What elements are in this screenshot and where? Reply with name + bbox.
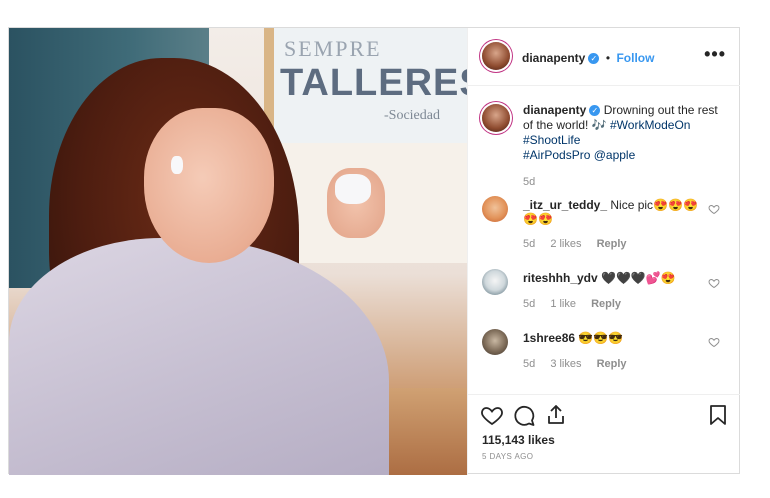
photo-sign-line2: TALLERES bbox=[280, 62, 467, 104]
heart-icon[interactable] bbox=[480, 403, 504, 427]
comment-meta: 5d 2 likes Reply bbox=[523, 238, 639, 250]
comment-heart-icon[interactable] bbox=[708, 336, 720, 348]
comment-avatar[interactable] bbox=[482, 329, 508, 355]
comment-meta: 5d 3 likes Reply bbox=[523, 358, 639, 370]
caption-avatar[interactable] bbox=[482, 104, 510, 132]
post-header: dianapenty ✓ • Follow ••• bbox=[468, 28, 740, 86]
photo-coat bbox=[9, 238, 389, 475]
comment-username[interactable]: riteshhh_ydv bbox=[523, 271, 598, 285]
comment-2: riteshhh_ydv 🖤🖤🖤💕😍 bbox=[523, 271, 703, 285]
comment-username[interactable]: 1shree86 bbox=[523, 331, 575, 345]
bookmark-icon[interactable] bbox=[706, 403, 730, 427]
photo-sign: SEMPRE TALLERES -Sociedad bbox=[274, 28, 467, 143]
photo-sign-line3: -Sociedad bbox=[384, 108, 440, 123]
comment-time: 5d bbox=[523, 358, 536, 370]
comment-likes[interactable]: 3 likes bbox=[550, 358, 581, 370]
caption-time-text: 5d bbox=[523, 176, 536, 188]
photo-sign-line1: SEMPRE bbox=[284, 36, 382, 61]
mention-apple[interactable]: @apple bbox=[594, 148, 636, 162]
comment-1: _itz_ur_teddy_ Nice pic😍😍😍😍😍 bbox=[523, 198, 703, 226]
post-photo[interactable]: SEMPRE TALLERES -Sociedad bbox=[9, 28, 467, 475]
comment-likes[interactable]: 1 like bbox=[550, 298, 576, 310]
share-icon[interactable] bbox=[544, 403, 568, 427]
verified-badge-icon: ✓ bbox=[589, 105, 601, 116]
comment-text: 🖤🖤🖤💕😍 bbox=[601, 271, 676, 285]
photo-face bbox=[144, 108, 274, 263]
photo-earbud bbox=[171, 156, 183, 174]
comment-text: 😎😎😎 bbox=[578, 331, 624, 345]
hashtag-airpodspro[interactable]: #AirPodsPro bbox=[523, 148, 590, 162]
comment-username[interactable]: _itz_ur_teddy_ bbox=[523, 198, 607, 212]
header-separator: • bbox=[605, 51, 611, 65]
comment-time: 5d bbox=[523, 238, 536, 250]
reply-button[interactable]: Reply bbox=[597, 358, 627, 370]
post-caption: dianapenty ✓ Drowning out the rest of the… bbox=[523, 103, 728, 163]
hashtag-shootlife[interactable]: #ShootLife bbox=[523, 133, 580, 147]
instagram-post: SEMPRE TALLERES -Sociedad dianapenty ✓ • … bbox=[8, 27, 740, 475]
comment-icon[interactable] bbox=[512, 403, 536, 427]
comment-time: 5d bbox=[523, 298, 536, 310]
verified-badge-icon: ✓ bbox=[588, 53, 600, 64]
comment-meta: 5d 1 like Reply bbox=[523, 298, 633, 310]
post-timestamp: 5 DAYS AGO bbox=[482, 452, 534, 461]
caption-username[interactable]: dianapenty bbox=[523, 103, 586, 117]
likes-count[interactable]: 115,143 likes bbox=[482, 433, 555, 447]
caption-time: 5d bbox=[523, 176, 547, 188]
reply-button[interactable]: Reply bbox=[597, 238, 627, 250]
post-side-panel: dianapenty ✓ • Follow ••• dianapenty ✓ Dro… bbox=[467, 28, 740, 475]
photo-airpods-case bbox=[335, 174, 371, 204]
hashtag-workmodeon[interactable]: #WorkModeOn bbox=[610, 118, 690, 132]
header-username[interactable]: dianapenty bbox=[522, 51, 585, 65]
comment-heart-icon[interactable] bbox=[708, 277, 720, 289]
follow-button[interactable]: Follow bbox=[616, 51, 654, 65]
comment-avatar[interactable] bbox=[482, 196, 508, 222]
header-user-line: dianapenty ✓ • Follow bbox=[522, 49, 654, 67]
comment-3: 1shree86 😎😎😎 bbox=[523, 331, 703, 345]
more-options-icon[interactable]: ••• bbox=[704, 44, 726, 65]
comment-heart-icon[interactable] bbox=[708, 203, 720, 215]
comment-avatar[interactable] bbox=[482, 269, 508, 295]
comment-likes[interactable]: 2 likes bbox=[550, 238, 581, 250]
reply-button[interactable]: Reply bbox=[591, 298, 621, 310]
post-actions: 115,143 likes 5 DAYS AGO bbox=[468, 394, 740, 476]
header-avatar[interactable] bbox=[482, 42, 510, 70]
